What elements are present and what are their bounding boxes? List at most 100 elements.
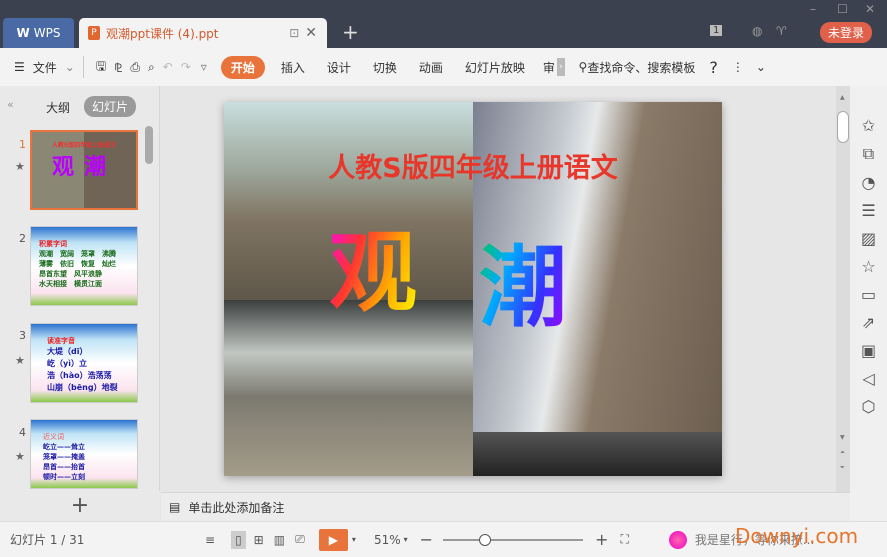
present-tool-icon[interactable]: ⎚: [295, 532, 305, 547]
file-menu[interactable]: 文件: [33, 59, 57, 76]
document-tab[interactable]: P 观潮ppt课件 (4).ppt ⊡ ✕: [79, 18, 327, 48]
slide-counter: 幻灯片 1 / 31: [10, 533, 85, 547]
slide-number: 4: [19, 426, 26, 439]
thumb-heading: 读准字音: [47, 337, 75, 345]
chevron-down-icon: ⌄: [64, 60, 75, 74]
downyi-watermark: Downyi.com: [735, 524, 859, 548]
tab-insert[interactable]: 插入: [281, 59, 305, 76]
play-options-icon[interactable]: ▾: [352, 535, 356, 544]
sound-icon[interactable]: ◁: [862, 369, 874, 388]
more-icon[interactable]: ⋮: [732, 60, 744, 74]
collapse-panel-icon[interactable]: «: [7, 98, 14, 111]
thumb-line: 屹立——耸立: [43, 443, 85, 451]
wps-home-tab[interactable]: W WPS: [3, 18, 74, 48]
zoom-slider[interactable]: [443, 533, 584, 546]
normal-view-icon[interactable]: ▯: [231, 530, 246, 549]
close-tab-icon[interactable]: ✕: [305, 25, 317, 41]
previous-slide-icon[interactable]: ⏶: [840, 449, 845, 457]
maximize-button[interactable]: ☐: [837, 2, 848, 16]
shirt-icon[interactable]: ♈: [776, 24, 787, 38]
title-bar: W WPS P 观潮ppt课件 (4).ppt ⊡ ✕ + 1 ◍ ♈ 未登录 – ☐ …: [0, 0, 887, 48]
share-icon[interactable]: ⇗: [862, 313, 875, 332]
thumb-line: 顿时——立刻: [43, 473, 85, 481]
undo-icon[interactable]: ↶: [163, 60, 173, 74]
fit-window-icon[interactable]: ⛶: [620, 532, 628, 547]
scroll-thumb[interactable]: [837, 111, 849, 143]
play-slideshow-button[interactable]: ▶: [318, 528, 348, 551]
slide-thumbnail-1[interactable]: 人教S版四年级上册语文 观潮: [30, 130, 138, 210]
assistant-avatar[interactable]: [668, 530, 687, 549]
thumb-big-text: 观潮: [51, 155, 116, 180]
current-slide[interactable]: 人教S版四年级上册语文 观 潮: [224, 102, 722, 476]
image-gallery-icon[interactable]: ▨: [861, 229, 876, 248]
slide-image-crowd: [473, 432, 722, 476]
minimize-button[interactable]: –: [810, 2, 816, 16]
next-slide-icon[interactable]: ⏷: [840, 464, 845, 472]
more-quick-actions-icon[interactable]: ▿: [201, 60, 207, 74]
login-button[interactable]: 未登录: [820, 22, 873, 43]
star-icon[interactable]: ☆: [861, 257, 875, 276]
zoom-slider-thumb[interactable]: [479, 533, 492, 546]
close-window-button[interactable]: ✕: [865, 2, 875, 16]
menu-icon[interactable]: ☰: [14, 60, 25, 74]
pin-icon[interactable]: ⊡: [289, 26, 299, 40]
divider: [82, 56, 84, 78]
right-sidebar: ✩ ⧉ ◔ ☰ ▨ ☆ ▭ ⇗ ▣ ◁ ⬡: [850, 86, 887, 521]
scroll-tabs-right-button[interactable]: ›: [556, 58, 565, 76]
animation-icon[interactable]: ✩: [862, 116, 875, 135]
slide-title: 人教S版四年级上册语文: [328, 153, 618, 184]
add-slide-button[interactable]: +: [0, 491, 160, 521]
window-count-badge[interactable]: 1: [710, 25, 723, 36]
new-tab-button[interactable]: +: [342, 20, 359, 44]
format-painter-icon[interactable]: ⅊: [114, 59, 122, 76]
shield-icon[interactable]: ⬡: [862, 397, 876, 416]
document-tab-title: 观潮ppt课件 (4).ppt: [106, 26, 219, 41]
tab-outline[interactable]: 大纲: [46, 99, 70, 116]
slide-sorter-icon[interactable]: ⊞: [254, 533, 264, 547]
thumb-heading: 近义词: [43, 433, 64, 441]
slide-thumbnail-3[interactable]: 读准字音 大堤（dī） 屹（yì）立 浩（hào）浩荡荡 山崩（bēng）地裂: [30, 323, 138, 403]
shapes-icon[interactable]: ◔: [862, 173, 876, 192]
tab-transition[interactable]: 切换: [373, 59, 397, 76]
canvas-scrollbar[interactable]: ▲ ▼ ⏶ ⏷: [836, 86, 850, 492]
adjust-icon[interactable]: ☰: [861, 201, 875, 220]
zoom-in-button[interactable]: +: [595, 530, 608, 549]
slide-panel: « 大纲 幻灯片 1 ★ 人教S版四年级上册语文 观潮 2 积累字词 观潮 宽阔…: [0, 86, 160, 521]
animation-star-icon: ★: [15, 354, 25, 367]
notes-view-icon[interactable]: ≡: [205, 533, 215, 547]
tab-home[interactable]: 开始: [220, 55, 265, 79]
thumb-line: 水天相接 横贯江面: [39, 280, 102, 288]
collapse-ribbon-icon[interactable]: ⌄: [756, 60, 766, 74]
tab-review[interactable]: 审: [543, 59, 555, 76]
zoom-level[interactable]: 51%: [374, 533, 401, 547]
scroll-down-icon[interactable]: ▼: [840, 434, 845, 441]
tab-slideshow[interactable]: 幻灯片放映: [465, 59, 525, 76]
print-icon[interactable]: ⎙: [130, 60, 140, 75]
thumbnail-scrollbar[interactable]: [145, 126, 153, 164]
print-preview-icon[interactable]: ⌕: [148, 60, 155, 75]
notes-placeholder[interactable]: 单击此处添加备注: [188, 499, 284, 516]
zoom-dropdown-icon[interactable]: ▾: [404, 535, 408, 544]
scroll-up-icon[interactable]: ▲: [840, 94, 845, 101]
slide-thumbnail-4[interactable]: 近义词 屹立——耸立 笼罩——掩盖 昂首——抬首 顿时——立刻: [30, 419, 138, 489]
tab-animation[interactable]: 动画: [419, 59, 443, 76]
wps-logo-icon: W: [16, 26, 30, 40]
reading-view-icon[interactable]: ▥: [274, 533, 285, 547]
slide-thumbnail-2[interactable]: 积累字词 观潮 宽阔 笼罩 沸腾 薄雾 依旧 恢复 灿烂 昂首东望 风平浪静 水…: [30, 226, 138, 306]
archive-icon[interactable]: ▭: [861, 285, 876, 304]
help-button[interactable]: ?: [709, 58, 718, 77]
skin-icon[interactable]: ◍: [752, 24, 762, 38]
image-icon[interactable]: ▣: [861, 341, 876, 360]
save-icon[interactable]: 🖫: [96, 57, 106, 78]
slide-char-guan: 观: [329, 202, 417, 329]
slide-switch-icon[interactable]: ⧉: [863, 144, 874, 164]
slide-char-chao: 潮: [479, 217, 567, 344]
redo-icon[interactable]: ↷: [181, 60, 191, 74]
notes-area[interactable]: ▤ 单击此处添加备注: [161, 492, 850, 521]
zoom-out-button[interactable]: −: [420, 530, 433, 549]
thumb-line: 笼罩——掩盖: [43, 453, 85, 461]
tab-slides[interactable]: 幻灯片: [84, 96, 137, 117]
slide-number: 2: [19, 232, 26, 245]
search-commands[interactable]: 查找命令、搜索模板: [587, 59, 695, 76]
tab-design[interactable]: 设计: [327, 59, 351, 76]
